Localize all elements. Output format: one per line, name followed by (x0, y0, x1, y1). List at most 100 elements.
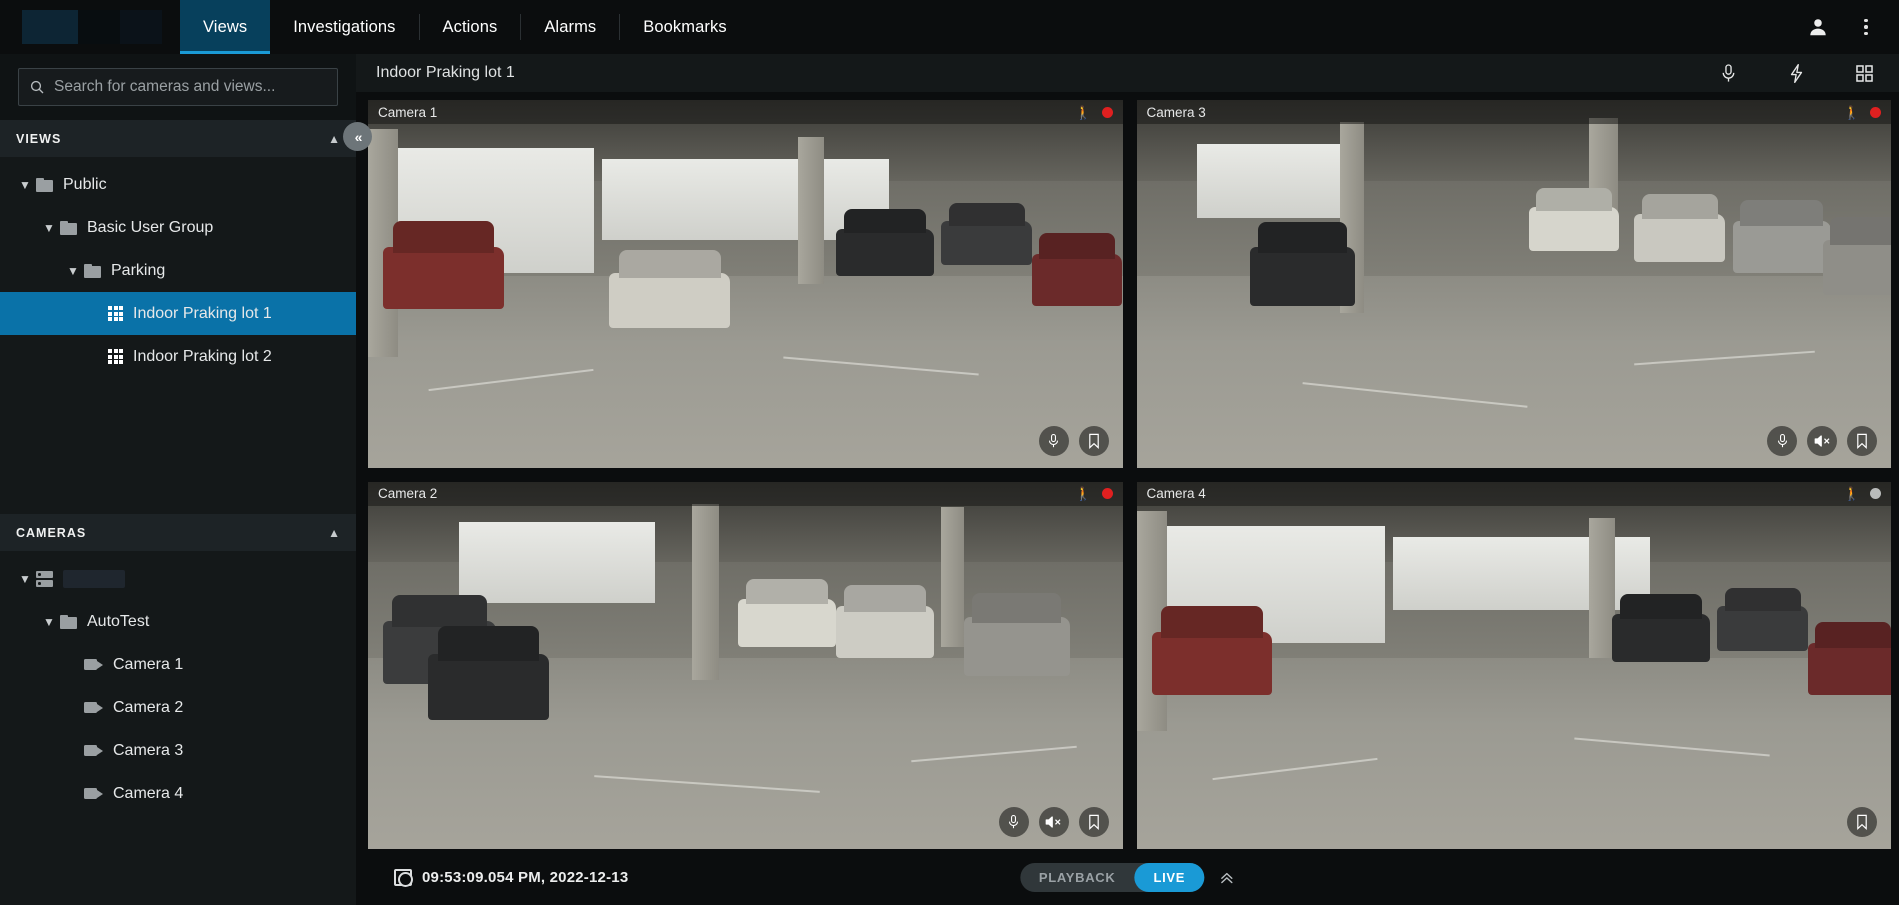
tile-status: 🚶 (1844, 106, 1881, 119)
motion-detection-icon: 🚶 (1075, 104, 1092, 120)
sidebar-item-camera-3[interactable]: Camera 3 (0, 729, 356, 772)
sidebar-collapse-button[interactable]: « (343, 122, 372, 151)
page-title: Indoor Praking lot 1 (376, 64, 515, 81)
cameras-section-header[interactable]: CAMERAS ▲ (0, 514, 356, 551)
tree-item-label: Indoor Praking lot 1 (133, 304, 272, 322)
camera-tile[interactable]: Camera 2 🚶 (368, 481, 1123, 849)
motion-detection-icon: 🚶 (1075, 486, 1092, 501)
sidebar-bottom-space (0, 821, 356, 905)
logo-redacted (22, 10, 162, 44)
video-scene (368, 100, 1123, 468)
bottom-bar: 09:53:09.054 PM, 2022-12-13 PLAYBACK LIV… (356, 849, 1899, 905)
lightning-bolt-icon[interactable] (1779, 56, 1813, 90)
video-scene (1136, 100, 1891, 468)
chevron-down-icon[interactable]: ▼ (14, 572, 36, 586)
tile-camera-name: Camera 4 (1146, 486, 1206, 501)
tree-item-label: AutoTest (87, 612, 150, 630)
tab-views[interactable]: Views (180, 0, 271, 54)
tree-item-basic-user-group[interactable]: ▼ Basic User Group (0, 206, 356, 249)
views-section-header[interactable]: VIEWS ▲ (0, 120, 356, 157)
layout-grid-icon[interactable] (1847, 56, 1881, 90)
search-box[interactable] (18, 68, 338, 106)
camera-grid: Camera 1 🚶 Camera 3 🚶 Camera 2 🚶 Camera … (368, 100, 1891, 849)
folder-icon (60, 220, 77, 235)
camera-tile[interactable]: Camera 3 🚶 (1136, 100, 1891, 468)
folder-icon (36, 177, 53, 192)
bookmark-icon[interactable] (1078, 807, 1109, 837)
bookmark-icon[interactable] (1847, 807, 1877, 837)
tab-investigations[interactable]: Investigations (270, 0, 418, 54)
tree-item-public[interactable]: ▼ Public (0, 163, 356, 206)
recording-indicator (1101, 488, 1113, 499)
speaker-muted-icon[interactable] (1807, 425, 1837, 456)
tile-camera-name: Camera 3 (1146, 104, 1206, 120)
user-icon[interactable] (1801, 10, 1835, 44)
tree-item-label: Basic User Group (87, 218, 214, 236)
left-sidebar: « VIEWS ▲ ▼ Public ▼ Basic User Group (0, 54, 372, 905)
tab-alarms[interactable]: Alarms (521, 0, 619, 54)
sidebar-item-indoor-praking-lot-1[interactable]: Indoor Praking lot 1 (0, 292, 356, 335)
chevron-up-icon[interactable]: ▲ (328, 132, 340, 146)
tab-actions[interactable]: Actions (420, 0, 521, 54)
chevron-up-icon[interactable]: ▲ (328, 526, 340, 540)
bookmark-icon[interactable] (1078, 425, 1109, 456)
search-input[interactable] (54, 78, 327, 96)
kebab-menu-icon[interactable] (1849, 10, 1883, 44)
tile-actions (1847, 807, 1877, 837)
view-header-actions (1711, 56, 1881, 90)
chevron-down-icon[interactable]: ▼ (14, 178, 36, 192)
tile-camera-name: Camera 2 (378, 486, 438, 501)
tile-actions (1767, 425, 1877, 456)
sidebar-item-camera-4[interactable]: Camera 4 (0, 772, 356, 815)
sidebar-item-camera-1[interactable]: Camera 1 (0, 643, 356, 686)
tree-item-label: Camera 3 (113, 741, 184, 759)
mode-playback[interactable]: PLAYBACK (1020, 863, 1135, 892)
microphone-icon[interactable] (1767, 425, 1797, 456)
cameras-tree: ▼ ▼ AutoTest Camera 1 Camera 2 Camera 3 … (0, 551, 356, 821)
main-content: Indoor Praking lot 1 Camera 1 🚶 Camera 3… (356, 54, 1899, 905)
camera-grid-area: Camera 1 🚶 Camera 3 🚶 Camera 2 🚶 Camera … (356, 92, 1899, 849)
camera-tile[interactable]: Camera 4 🚶 (1136, 481, 1891, 849)
tile-header: Camera 3 🚶 (1136, 100, 1891, 124)
microphone-icon[interactable] (998, 807, 1029, 837)
tab-alarms-label: Alarms (544, 17, 597, 36)
playback-live-toggle[interactable]: PLAYBACK LIVE (1019, 862, 1205, 892)
sidebar-item-indoor-praking-lot-2[interactable]: Indoor Praking lot 2 (0, 335, 356, 378)
views-section-title: VIEWS (16, 131, 62, 146)
server-icon (36, 570, 53, 587)
video-scene (368, 481, 1123, 849)
timestamp-value: 09:53:09.054 PM, 2022-12-13 (422, 868, 629, 886)
camera-icon (84, 787, 103, 800)
tile-header: Camera 1 🚶 (368, 100, 1123, 124)
bookmark-icon[interactable] (1847, 425, 1877, 456)
folder-icon (60, 614, 77, 629)
playback-mode-group: PLAYBACK LIVE (1019, 862, 1235, 892)
tile-actions (1038, 425, 1109, 456)
tile-status: 🚶 (1844, 487, 1881, 500)
tab-investigations-label: Investigations (293, 17, 396, 36)
mode-live[interactable]: LIVE (1134, 862, 1205, 892)
sidebar-filler (0, 384, 356, 514)
camera-icon (84, 701, 103, 714)
microphone-icon[interactable] (1038, 425, 1069, 456)
server-name-redacted (63, 569, 125, 588)
tree-item-autotest[interactable]: ▼ AutoTest (0, 600, 356, 643)
tab-bookmarks[interactable]: Bookmarks (620, 0, 749, 54)
microphone-icon[interactable] (1711, 56, 1745, 90)
chevron-down-icon[interactable]: ▼ (38, 221, 60, 235)
view-header: Indoor Praking lot 1 (356, 54, 1899, 92)
tree-item-label: Parking (111, 261, 166, 279)
camera-tile[interactable]: Camera 1 🚶 (368, 100, 1123, 468)
chevron-down-icon[interactable]: ▼ (38, 615, 60, 629)
chevron-down-icon[interactable]: ▼ (62, 264, 84, 278)
tree-item-parking[interactable]: ▼ Parking (0, 249, 356, 292)
double-chevron-up-icon[interactable] (1218, 869, 1235, 886)
tile-actions (998, 807, 1109, 837)
tree-item-server[interactable]: ▼ (0, 557, 356, 600)
recording-indicator (1870, 106, 1881, 118)
tile-status: 🚶 (1075, 104, 1113, 120)
speaker-muted-icon[interactable] (1038, 807, 1069, 837)
application-window: Views Investigations Actions Alarms Book… (0, 0, 1899, 905)
timestamp-icon (394, 868, 413, 887)
sidebar-item-camera-2[interactable]: Camera 2 (0, 686, 356, 729)
